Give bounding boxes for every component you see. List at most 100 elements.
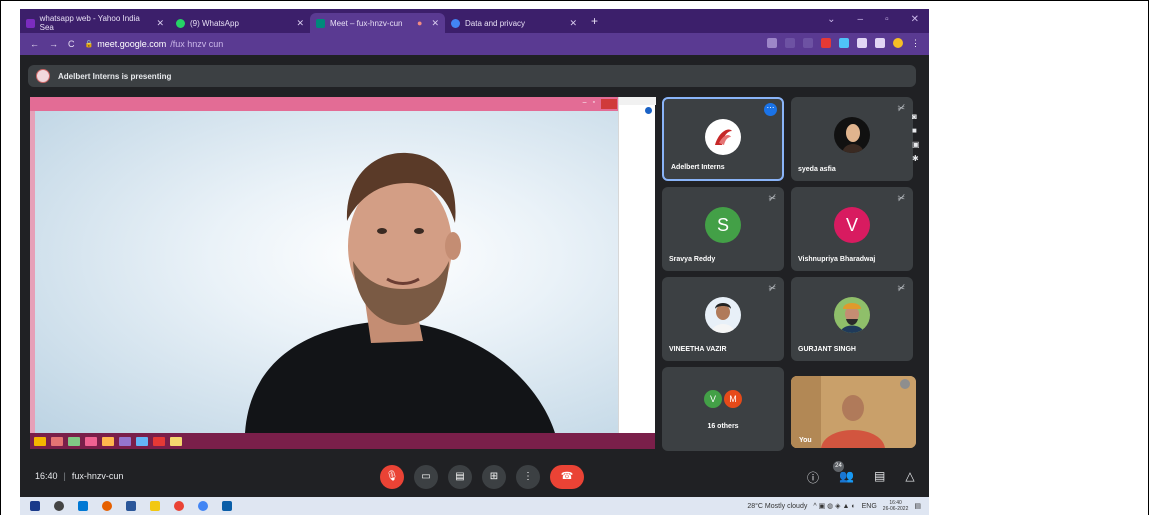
forward-icon[interactable]: →: [49, 39, 58, 49]
others-avatars: V M: [704, 390, 742, 408]
camera-icon[interactable]: ◙: [912, 112, 920, 121]
clock[interactable]: 16:40 26-06-2022: [883, 500, 909, 512]
avatar: M: [724, 390, 742, 408]
close-icon[interactable]: ✕: [431, 18, 439, 29]
participant-tile[interactable]: ✂̸ GURJANT SINGH: [791, 277, 913, 361]
participant-name: Adelbert Interns: [671, 164, 725, 171]
share-icon[interactable]: [785, 38, 795, 48]
app-icon: [85, 436, 97, 446]
mic-off-icon: ✂̸: [768, 283, 776, 293]
close-icon[interactable]: ✕: [156, 18, 164, 29]
maximize-icon[interactable]: ▫: [885, 14, 889, 25]
close-icon: [601, 99, 617, 109]
side-tools: ◙ ■ ▣ ✱: [912, 112, 920, 163]
app-icon: [153, 436, 165, 446]
info-icon[interactable]: ⓘ: [807, 469, 819, 486]
settings-icon[interactable]: ✱: [912, 154, 920, 163]
pin-icon[interactable]: [900, 379, 910, 389]
tab-label: Data and privacy: [465, 18, 526, 28]
adelbert-logo: [705, 119, 741, 155]
puzzle-icon[interactable]: [857, 38, 867, 48]
chrome-icon[interactable]: [174, 501, 184, 511]
tab-data-privacy[interactable]: Data and privacy ✕: [445, 13, 583, 33]
participant-tile[interactable]: S ✂̸ Sravya Reddy: [662, 187, 784, 271]
firefox-icon[interactable]: [102, 501, 112, 511]
captions-button[interactable]: ▤: [448, 465, 472, 489]
tab-whatsapp[interactable]: (9) WhatsApp ✕: [170, 13, 310, 33]
tab-meet[interactable]: Meet – fux-hnzv-cun ● ✕: [310, 13, 445, 33]
tab-yahoo[interactable]: whatsapp web - Yahoo India Sea ✕: [20, 13, 170, 33]
app-icon: [170, 436, 182, 446]
maximize-icon: ▫: [592, 99, 595, 106]
close-icon[interactable]: ✕: [569, 18, 577, 29]
avatar: S: [705, 207, 741, 243]
participant-tile[interactable]: ✂̸ syeda asfia: [791, 97, 913, 181]
close-icon[interactable]: ✕: [911, 14, 919, 25]
self-view[interactable]: You: [791, 376, 916, 448]
shared-side-pane: [618, 97, 656, 433]
logo-icon: [715, 129, 732, 145]
meeting-info: 16:40 | fux-hnzv-cun: [35, 471, 123, 481]
camera-icon[interactable]: [767, 38, 777, 48]
window-controls: ⌄ – ▫ ✕: [827, 14, 919, 25]
video-icon[interactable]: ■: [912, 126, 920, 135]
app-icon[interactable]: [222, 501, 232, 511]
address-bar[interactable]: 🔒 meet.google.com/fux hnzv cun: [85, 39, 224, 49]
meet-bottom-bar: 16:40 | fux-hnzv-cun 🎙 ▭ ▤ ⊞ ⋮ ☎ 24 ⓘ 👥 …: [20, 457, 929, 497]
reload-icon[interactable]: C: [68, 39, 75, 49]
participant-photo: [705, 297, 741, 333]
more-options-icon[interactable]: ⋯: [764, 103, 777, 116]
weather-text: 28°C Mostly cloudy: [747, 502, 808, 510]
present-button[interactable]: ⊞: [482, 465, 506, 489]
participant-tile[interactable]: V ✂̸ Vishnupriya Bharadwaj: [791, 187, 913, 271]
app-icon: [51, 436, 63, 446]
chrome-profile-icon[interactable]: [198, 501, 208, 511]
chat-icon[interactable]: ▤: [874, 469, 885, 486]
separator: |: [63, 471, 66, 481]
activities-icon[interactable]: △: [905, 469, 914, 486]
others-tile[interactable]: V M 16 others: [662, 367, 784, 451]
tab-label: (9) WhatsApp: [190, 18, 239, 28]
close-icon[interactable]: ✕: [296, 18, 304, 29]
extension-icon[interactable]: [839, 38, 849, 48]
new-tab-icon[interactable]: +: [591, 14, 598, 28]
profile-icon[interactable]: [893, 38, 903, 48]
more-options-button[interactable]: ⋮: [516, 465, 540, 489]
mic-off-icon: ✂̸: [897, 103, 905, 113]
windows-taskbar: 28°C Mostly cloudy ^ ▣ ◍ ◈ ▲ ◐ ENG 16:40…: [20, 497, 929, 515]
people-icon[interactable]: 👥: [839, 469, 854, 486]
mic-off-icon: ✂̸: [897, 193, 905, 203]
participant-name: syeda asfia: [798, 166, 836, 173]
url-path: /fux hnzv cun: [170, 39, 224, 49]
self-label: You: [799, 437, 812, 444]
folder-icon[interactable]: [150, 501, 160, 511]
avatar: [36, 69, 50, 83]
google-icon: [451, 18, 460, 28]
participant-photo: [834, 297, 870, 333]
sidebar-icon[interactable]: [875, 38, 885, 48]
avatar: V: [704, 390, 722, 408]
minimize-icon[interactable]: –: [858, 14, 864, 25]
menu-icon[interactable]: ⋮: [911, 38, 921, 48]
gallery-icon[interactable]: ▣: [912, 140, 920, 149]
start-icon[interactable]: [30, 501, 40, 511]
shared-taskbar: [30, 433, 655, 449]
url-host: meet.google.com: [97, 39, 167, 49]
app-icon: [68, 436, 80, 446]
search-icon[interactable]: [54, 501, 64, 511]
camera-button[interactable]: ▭: [414, 465, 438, 489]
star-icon[interactable]: [803, 38, 813, 48]
browser-tab-strip: whatsapp web - Yahoo India Sea ✕ (9) Wha…: [20, 9, 929, 33]
leave-call-button[interactable]: ☎: [550, 465, 584, 489]
mic-off-button[interactable]: 🎙: [380, 465, 404, 489]
extension-check-icon[interactable]: [821, 38, 831, 48]
participant-tile[interactable]: ⋯ Adelbert Interns: [662, 97, 784, 181]
participant-photo: [834, 117, 870, 153]
chevron-down-icon[interactable]: ⌄: [827, 14, 835, 25]
word-icon[interactable]: [126, 501, 136, 511]
back-icon[interactable]: ←: [30, 39, 39, 49]
app-icon: [102, 436, 114, 446]
edge-icon[interactable]: [78, 501, 88, 511]
participant-tile[interactable]: ✂̸ VINEETHA VAZIR: [662, 277, 784, 361]
notifications-icon[interactable]: ▤: [914, 502, 921, 510]
